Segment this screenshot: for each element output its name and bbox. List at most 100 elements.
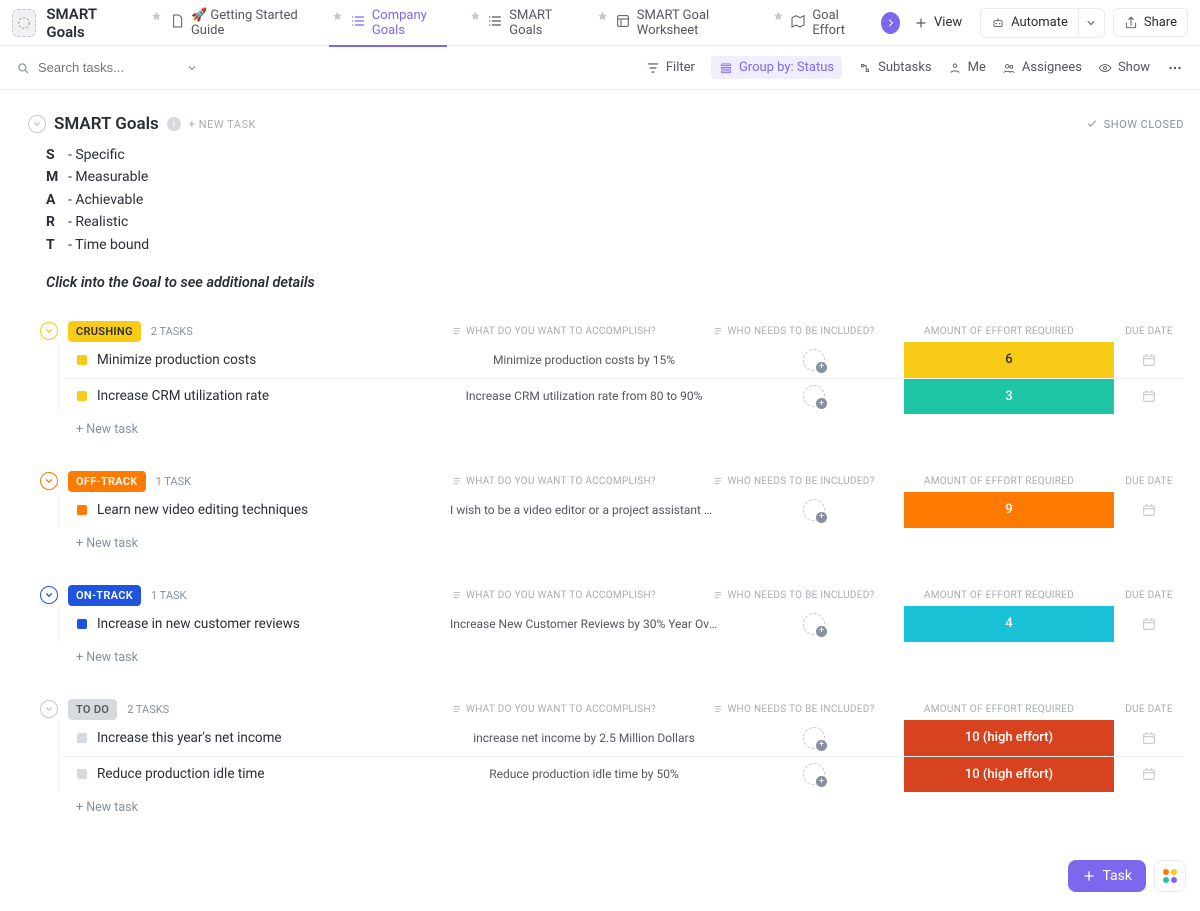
tab--getting-started-guide[interactable]: 🚀 Getting Started Guide — [138, 0, 319, 46]
task-due-button[interactable] — [1114, 616, 1184, 632]
col-effort: AMOUNT OF EFFORT REQUIRED — [894, 326, 1104, 337]
robot-icon — [991, 16, 1005, 30]
page-header: SMART Goals i + NEW TASK SHOW CLOSED — [28, 114, 1184, 134]
task-due-button[interactable] — [1114, 388, 1184, 404]
status-pill[interactable]: OFF-TRACK — [68, 471, 146, 492]
show-closed-button[interactable]: SHOW CLOSED — [1086, 118, 1184, 131]
task-assignee — [724, 499, 904, 521]
task-row[interactable]: Increase in new customer reviewsIncrease… — [59, 606, 1184, 642]
task-list: Minimize production costsMinimize produc… — [58, 342, 1184, 414]
task-name[interactable]: Increase CRM utilization rate — [97, 388, 377, 404]
task-name[interactable]: Reduce production idle time — [97, 766, 377, 782]
search-input[interactable] — [38, 60, 178, 75]
task-effort[interactable]: 4 — [904, 606, 1114, 642]
task-assignee — [724, 763, 904, 785]
assignees-label: Assignees — [1022, 60, 1082, 75]
task-count: 2 TASKS — [127, 703, 169, 716]
info-icon[interactable]: i — [167, 117, 181, 131]
tab-company-goals[interactable]: Company Goals — [319, 0, 457, 46]
task-effort[interactable]: 9 — [904, 492, 1114, 528]
assignee-add-button[interactable] — [803, 763, 825, 785]
col-due: DUE DATE — [1114, 326, 1184, 337]
more-icon[interactable] — [1166, 59, 1184, 77]
task-effort[interactable]: 10 (high effort) — [904, 720, 1114, 756]
pin-icon — [331, 9, 344, 25]
tab-icon — [790, 13, 806, 33]
chevron-down-icon[interactable] — [186, 62, 198, 74]
assignee-add-button[interactable] — [803, 613, 825, 635]
assignee-add-button[interactable] — [803, 727, 825, 749]
fab-wrap: Task — [1068, 860, 1186, 892]
tab-label: 🚀 Getting Started Guide — [191, 8, 307, 38]
chevron-down-icon — [44, 590, 54, 600]
share-icon — [1124, 16, 1138, 30]
new-task-line[interactable]: + New task — [76, 792, 1184, 823]
workspace-icon[interactable] — [12, 9, 36, 37]
filter-button[interactable]: Filter — [646, 60, 695, 75]
assignee-add-button[interactable] — [803, 499, 825, 521]
tab-smart-goal-worksheet[interactable]: SMART Goal Worksheet — [584, 0, 760, 46]
col-accomplish: WHAT DO YOU WANT TO ACCOMPLISH? — [414, 590, 694, 601]
task-name[interactable]: Learn new video editing techniques — [97, 502, 377, 518]
fab-apps-button[interactable] — [1154, 860, 1186, 892]
status-pill[interactable]: ON-TRACK — [68, 585, 141, 606]
smart-key: S — [46, 144, 62, 166]
group-collapse-button[interactable] — [40, 472, 58, 490]
new-task-line[interactable]: + New task — [76, 528, 1184, 559]
group-collapse-button[interactable] — [40, 700, 58, 718]
task-row[interactable]: Minimize production costsMinimize produc… — [59, 342, 1184, 378]
task-due-button[interactable] — [1114, 766, 1184, 782]
group-todo: TO DO2 TASKS WHAT DO YOU WANT TO ACCOMPL… — [40, 699, 1184, 823]
tabs-overflow-button[interactable] — [881, 12, 900, 34]
chevron-down-icon — [44, 476, 54, 486]
automate-button[interactable]: Automate — [980, 8, 1079, 38]
group-collapse-button[interactable] — [40, 322, 58, 340]
task-name[interactable]: Increase this year's net income — [97, 730, 377, 746]
task-name[interactable]: Minimize production costs — [97, 352, 377, 368]
col-effort: AMOUNT OF EFFORT REQUIRED — [894, 476, 1104, 487]
text-icon — [713, 704, 723, 714]
task-due-button[interactable] — [1114, 502, 1184, 518]
task-due-button[interactable] — [1114, 730, 1184, 746]
pin-icon — [150, 9, 163, 25]
assignee-add-button[interactable] — [803, 385, 825, 407]
task-list: Increase in new customer reviewsIncrease… — [58, 606, 1184, 642]
assignees-button[interactable]: Assignees — [1002, 60, 1082, 75]
assignee-add-button[interactable] — [803, 349, 825, 371]
automate-caret[interactable] — [1079, 8, 1105, 38]
group-header: OFF-TRACK1 TASK WHAT DO YOU WANT TO ACCO… — [40, 471, 1184, 492]
text-icon — [452, 590, 462, 600]
task-accomplish: Increase CRM utilization rate from 80 to… — [444, 389, 724, 403]
task-row[interactable]: Reduce production idle timeReduce produc… — [59, 756, 1184, 792]
task-effort[interactable]: 6 — [904, 342, 1114, 378]
text-icon — [713, 326, 723, 336]
task-row[interactable]: Increase CRM utilization rate Increase CR… — [59, 378, 1184, 414]
status-pill[interactable]: TO DO — [68, 699, 117, 720]
fab-task-button[interactable]: Task — [1068, 860, 1146, 892]
share-button[interactable]: Share — [1113, 8, 1188, 37]
new-task-button[interactable]: + NEW TASK — [189, 118, 256, 131]
me-button[interactable]: Me — [948, 60, 986, 75]
task-due-button[interactable] — [1114, 352, 1184, 368]
new-task-line[interactable]: + New task — [76, 642, 1184, 673]
status-pill[interactable]: CRUSHING — [68, 321, 141, 342]
calendar-icon — [1141, 502, 1157, 518]
task-row[interactable]: Learn new video editing techniquesI wish… — [59, 492, 1184, 528]
task-effort[interactable]: 3 — [904, 379, 1114, 414]
group-by-button[interactable]: Group by: Status — [711, 56, 842, 79]
search-icon — [16, 61, 30, 75]
tab-smart-goals[interactable]: SMART Goals — [457, 0, 584, 46]
add-view-button[interactable]: View — [904, 9, 972, 36]
new-task-line[interactable]: + New task — [76, 414, 1184, 445]
group-collapse-button[interactable] — [40, 586, 58, 604]
text-icon — [713, 590, 723, 600]
task-effort[interactable]: 10 (high effort) — [904, 757, 1114, 792]
subtasks-button[interactable]: Subtasks — [858, 60, 932, 75]
tab-goal-effort[interactable]: Goal Effort — [760, 0, 873, 46]
show-button[interactable]: Show — [1098, 60, 1150, 75]
apps-icon — [1163, 869, 1177, 883]
task-name[interactable]: Increase in new customer reviews — [97, 616, 377, 632]
add-view-label: View — [934, 15, 962, 30]
task-row[interactable]: Increase this year's net incomeincrease … — [59, 720, 1184, 756]
collapse-all-button[interactable] — [28, 115, 46, 133]
